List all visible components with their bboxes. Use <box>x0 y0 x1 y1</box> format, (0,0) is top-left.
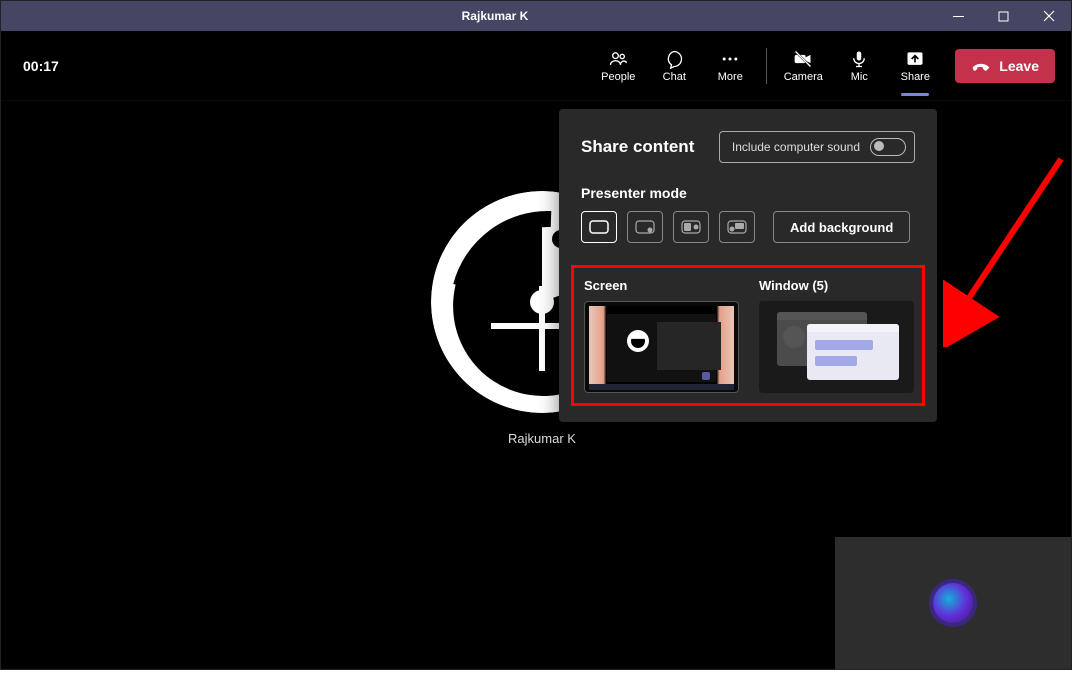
standout-icon <box>635 220 655 234</box>
self-view[interactable] <box>835 537 1071 669</box>
call-content: Rajkumar K Share content Include compute… <box>1 101 1071 669</box>
maximize-icon <box>998 11 1009 22</box>
toolbar-actions: People Chat More <box>590 36 1055 96</box>
more-label: More <box>718 71 743 83</box>
more-icon <box>720 49 740 69</box>
screen-label: Screen <box>584 278 739 293</box>
include-sound-toggle[interactable]: Include computer sound <box>719 131 915 163</box>
self-avatar-icon <box>933 583 973 623</box>
screen-source: Screen <box>584 278 739 393</box>
mic-label: Mic <box>851 71 868 83</box>
share-title: Share content <box>581 137 694 157</box>
minimize-icon <box>953 11 964 22</box>
call-timer: 00:17 <box>23 58 59 74</box>
more-button[interactable]: More <box>702 36 758 96</box>
window-label: Window (5) <box>759 278 914 293</box>
sidebyside-icon <box>681 220 701 234</box>
camera-button[interactable]: Camera <box>775 36 831 96</box>
reporter-icon <box>727 220 747 234</box>
teams-call-window: Rajkumar K 00:17 <box>0 0 1072 670</box>
people-icon <box>607 49 629 69</box>
share-sources-row: Screen Window (5) <box>571 265 925 406</box>
presenter-mode-content-only[interactable] <box>581 211 617 243</box>
share-icon <box>905 49 925 69</box>
camera-off-icon <box>792 49 814 69</box>
share-button[interactable]: Share <box>887 36 943 96</box>
window-title: Rajkumar K <box>54 9 936 23</box>
toolbar-divider <box>766 48 767 84</box>
presenter-mode-label: Presenter mode <box>581 185 915 201</box>
annotation-arrow-icon <box>943 147 1073 347</box>
include-sound-label: Include computer sound <box>732 140 860 154</box>
presenter-mode-reporter[interactable] <box>719 211 755 243</box>
share-label: Share <box>901 71 930 83</box>
hangup-icon <box>971 59 991 73</box>
participant-name: Rajkumar K <box>508 431 576 446</box>
chat-icon <box>664 49 684 69</box>
presenter-mode-sidebyside[interactable] <box>673 211 709 243</box>
leave-label: Leave <box>999 58 1039 74</box>
toggle-switch-icon <box>870 138 906 156</box>
leave-button[interactable]: Leave <box>955 49 1055 83</box>
add-background-button[interactable]: Add background <box>773 211 910 243</box>
minimize-button[interactable] <box>936 1 981 31</box>
titlebar: Rajkumar K <box>1 1 1071 31</box>
window-source: Window (5) <box>759 278 914 393</box>
screen-thumbnail[interactable] <box>584 301 739 393</box>
call-toolbar: 00:17 People <box>1 31 1071 101</box>
content-only-icon <box>589 220 609 234</box>
close-button[interactable] <box>1026 1 1071 31</box>
camera-label: Camera <box>784 71 823 83</box>
presenter-mode-standout[interactable] <box>627 211 663 243</box>
people-button[interactable]: People <box>590 36 646 96</box>
chat-label: Chat <box>663 71 686 83</box>
maximize-button[interactable] <box>981 1 1026 31</box>
share-content-panel: Share content Include computer sound Pre… <box>559 109 937 422</box>
window-thumbnail[interactable] <box>759 301 914 393</box>
close-icon <box>1043 10 1055 22</box>
window-controls <box>936 1 1071 31</box>
mic-button[interactable]: Mic <box>831 36 887 96</box>
mic-icon <box>850 49 868 69</box>
chat-button[interactable]: Chat <box>646 36 702 96</box>
presenter-mode-row: Add background <box>581 211 915 243</box>
people-label: People <box>601 71 635 83</box>
